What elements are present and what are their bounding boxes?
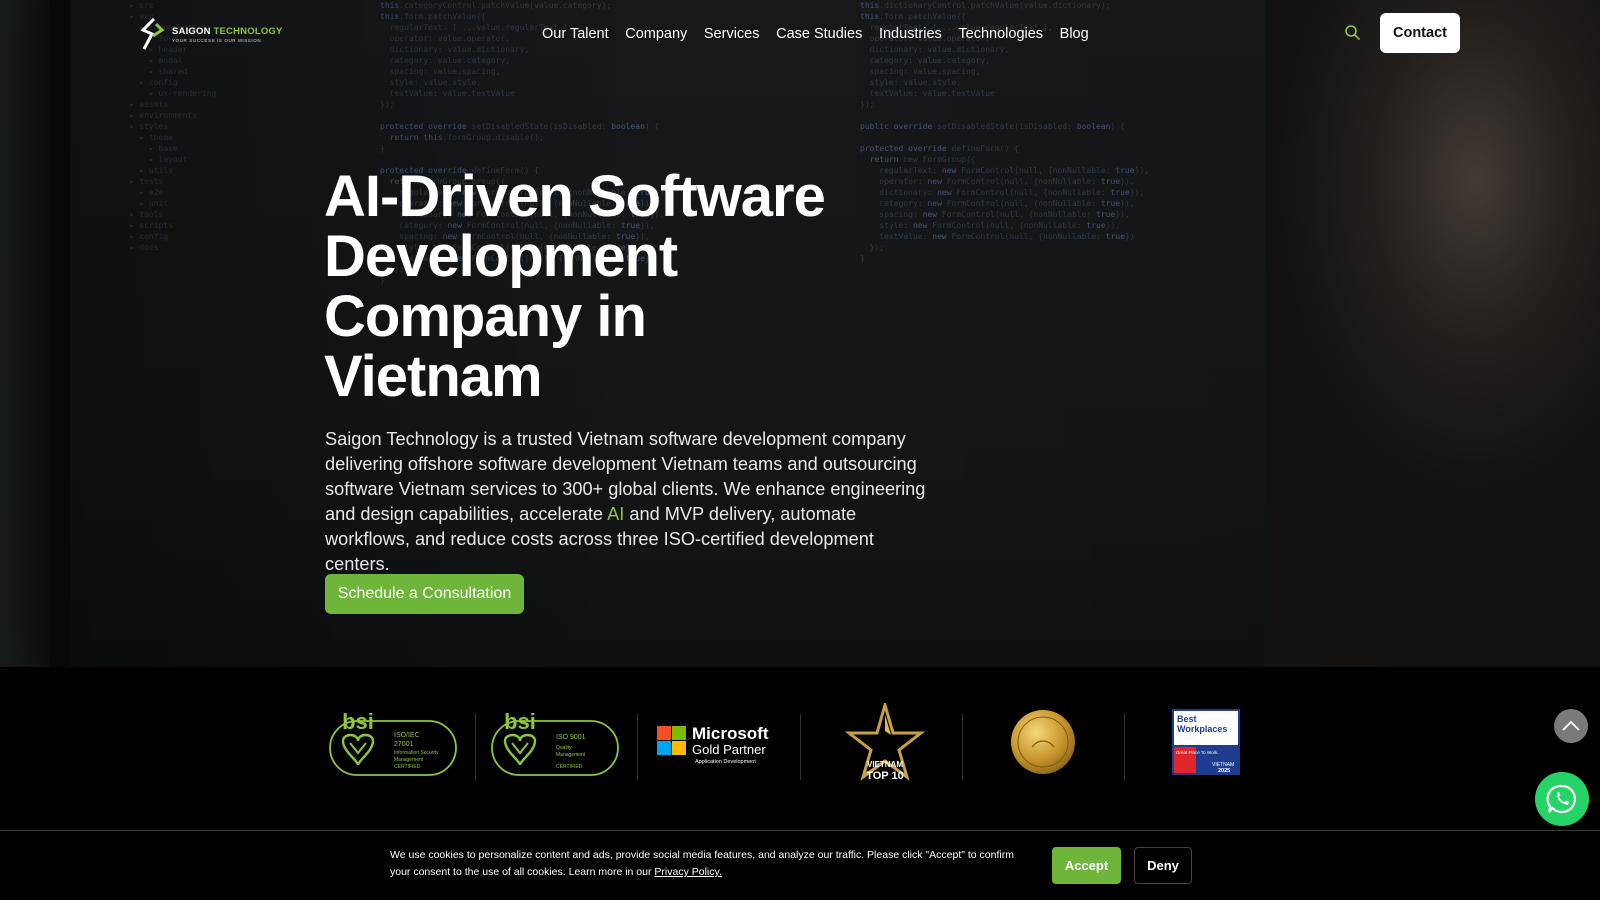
- bw-l1: Best: [1177, 714, 1197, 724]
- schedule-consultation-button[interactable]: Schedule a Consultation: [325, 574, 524, 614]
- bw-year: 2025: [1218, 768, 1230, 774]
- logo-tagline: YOUR SUCCESS IS OUR MISSION: [172, 37, 262, 43]
- medal-icon: [1011, 710, 1075, 774]
- logo-mark-icon: [140, 18, 164, 50]
- whatsapp-icon: [1546, 784, 1576, 814]
- iso-9001-l4: CERTIFIED: [556, 764, 583, 770]
- nav-services[interactable]: Services: [696, 24, 768, 44]
- badge-divider: [637, 714, 638, 780]
- bw-l2: Workplaces: [1177, 724, 1227, 734]
- main-nav: Our Talent Company Services Case Studies…: [542, 24, 1097, 44]
- logo-name-part1: SAIGON: [172, 25, 214, 37]
- iso-9001-badge: bsi ISO 9001 Quality Management CERTIFIE…: [490, 704, 620, 780]
- iso-9001-l2: Quality: [556, 745, 572, 751]
- badge-divider: [962, 714, 963, 780]
- gold-medal-badge: [1010, 704, 1076, 780]
- search-icon[interactable]: [1344, 24, 1361, 41]
- contact-button[interactable]: Contact: [1380, 13, 1460, 53]
- badge-divider: [1124, 714, 1125, 780]
- nav-blog[interactable]: Blog: [1051, 24, 1097, 44]
- nav-our-talent[interactable]: Our Talent: [542, 24, 617, 44]
- iso-27001-l2: 27001: [394, 741, 414, 748]
- bw-great: Great Place To Work.: [1176, 750, 1219, 755]
- cookie-message: We use cookies to personalize content an…: [390, 847, 1030, 881]
- best-workplaces-badge: Best Workplaces Great Place To Work. VIE…: [1172, 704, 1240, 780]
- hero-description: Saigon Technology is a trusted Vietnam s…: [325, 427, 940, 577]
- logo-name-part2: TECHNOLOGY: [213, 25, 283, 37]
- nav-company[interactable]: Company: [617, 24, 696, 44]
- iso-9001-l1: ISO 9001: [556, 734, 586, 741]
- iso-27001-l3: Information Security: [394, 750, 439, 756]
- iso-27001-badge: bsi ISO/IEC 27001 Information Security M…: [328, 704, 458, 780]
- scroll-to-top-button[interactable]: [1554, 709, 1588, 743]
- cookie-deny-button[interactable]: Deny: [1134, 847, 1192, 884]
- nav-case-studies[interactable]: Case Studies: [768, 24, 871, 44]
- bsi-iso-9001-logo: bsi ISO 9001 Quality Management CERTIFIE…: [491, 709, 619, 776]
- top10-l2: TOP 10: [866, 770, 904, 782]
- iso-27001-l1: ISO/IEC: [394, 732, 420, 739]
- chevron-up-icon: [1562, 720, 1580, 731]
- logo-name: SAIGON TECHNOLOGY: [172, 26, 283, 37]
- iso-9001-l3: Management: [556, 752, 586, 758]
- top10-l1: VIETNAM: [867, 760, 903, 769]
- iso-27001-l4: Management: [394, 757, 424, 763]
- cookie-accept-button[interactable]: Accept: [1052, 847, 1121, 884]
- microsoft-gold-partner-badge: Microsoft Gold Partner Application Devel…: [655, 704, 785, 780]
- whatsapp-button[interactable]: [1535, 772, 1589, 826]
- svg-text:bsi: bsi: [342, 709, 374, 734]
- nav-industries[interactable]: Industries: [871, 24, 950, 44]
- badge-divider: [800, 714, 801, 780]
- badge-divider: [475, 714, 476, 780]
- microsoft-partner: Gold Partner: [692, 742, 766, 757]
- site-logo[interactable]: SAIGON TECHNOLOGY YOUR SUCCESS IS OUR MI…: [140, 18, 283, 50]
- vietnam-top10-badge: VIETNAM TOP 10: [835, 703, 935, 791]
- best-workplaces-logo: Best Workplaces Great Place To Work. VIE…: [1172, 709, 1240, 775]
- hero-title: AI-Driven Software Development Company i…: [324, 164, 826, 409]
- microsoft-logo: Microsoft Gold Partner Application Devel…: [657, 724, 769, 765]
- microsoft-name: Microsoft: [692, 724, 769, 743]
- microsoft-sub: Application Development: [695, 759, 756, 765]
- iso-27001-l5: CERTIFIED: [394, 764, 421, 770]
- svg-text:bsi: bsi: [504, 709, 536, 734]
- bsi-iso-27001-logo: bsi ISO/IEC 27001 Information Security M…: [329, 709, 457, 776]
- hero-desc-ai-link[interactable]: AI: [607, 504, 624, 524]
- nav-technologies[interactable]: Technologies: [950, 24, 1051, 44]
- logo-text: SAIGON TECHNOLOGY YOUR SUCCESS IS OUR MI…: [172, 26, 283, 43]
- privacy-policy-link[interactable]: Privacy Policy.: [654, 866, 722, 878]
- top10-star-logo: VIETNAM TOP 10: [845, 703, 925, 782]
